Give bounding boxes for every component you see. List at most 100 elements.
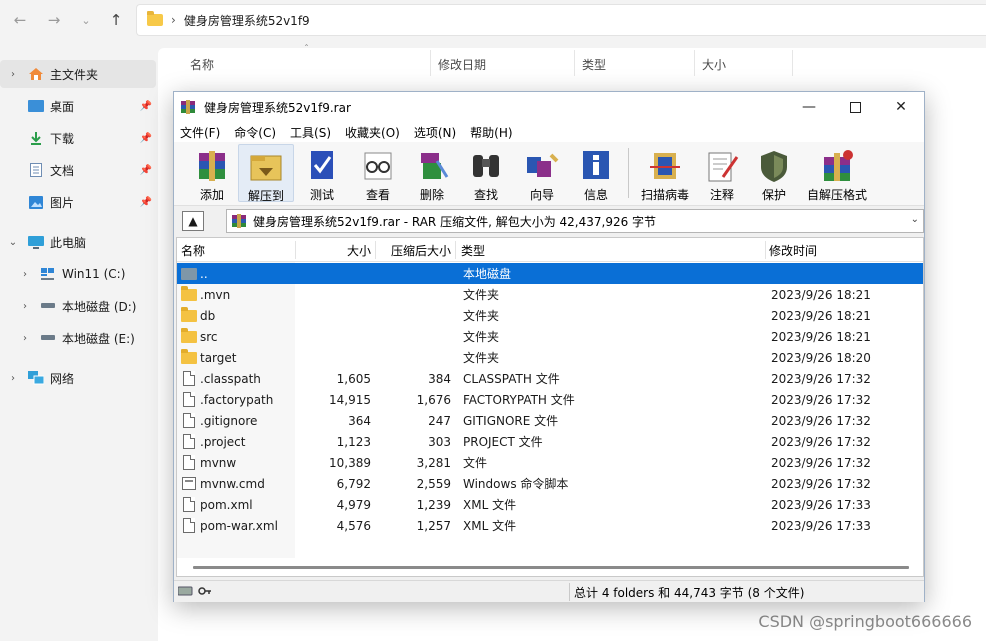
sidebar-item-network[interactable]: › 网络 [0, 364, 156, 392]
menu-file[interactable]: 文件(F) [180, 124, 220, 141]
column-divider[interactable] [430, 50, 431, 76]
file-icon [183, 434, 195, 449]
up-arrow-icon[interactable]: ↑ [104, 8, 128, 32]
pin-icon[interactable]: 📌 [140, 101, 152, 112]
table-row[interactable]: .factorypath 14,915 1,676 FACTORYPATH 文件 202… [177, 389, 923, 410]
column-divider[interactable] [694, 50, 695, 76]
up-folder-button[interactable]: ▲ [182, 211, 204, 231]
title-bar[interactable]: 健身房管理系统52v1f9.rar — ✕ [174, 92, 924, 122]
wizard-button[interactable]: 向导 [514, 144, 570, 202]
menu-help[interactable]: 帮助(H) [470, 124, 512, 141]
column-header-packed[interactable]: 压缩后大小 [377, 238, 451, 262]
sidebar-item-drive-e[interactable]: › 本地磁盘 (E:) [0, 324, 156, 352]
column-header-modified[interactable]: 修改时间 [769, 238, 919, 262]
view-glasses-icon [359, 147, 397, 185]
sidebar-item-drive-c[interactable]: › Win11 (C:) [0, 260, 156, 288]
forward-arrow-icon[interactable]: → [42, 8, 66, 32]
pin-icon[interactable]: 📌 [140, 197, 152, 208]
menu-command[interactable]: 命令(C) [234, 124, 276, 141]
chevron-right-icon[interactable]: › [18, 301, 32, 312]
add-button[interactable]: 添加 [184, 144, 240, 202]
list-header: 名称 ˆ 大小 压缩后大小 类型 修改时间 [177, 238, 923, 262]
column-divider[interactable] [574, 50, 575, 76]
column-header-size[interactable]: 大小 [297, 238, 371, 262]
sidebar-item-home[interactable]: › 主文件夹 [0, 60, 156, 88]
menu-tools[interactable]: 工具(S) [290, 124, 331, 141]
horizontal-scrollbar[interactable] [177, 558, 923, 576]
navigation-pane: › 主文件夹 桌面 📌 下载 📌 文档 📌 图片 📌 ⌄ 此电脑 › Win11 [0, 48, 158, 641]
cell-size: 10,389 [329, 455, 371, 470]
cell-modified: 2023/9/26 18:21 [771, 308, 871, 323]
cell-size [297, 305, 371, 326]
address-bar[interactable]: › 健身房管理系统52v1f9 [136, 4, 986, 36]
scrollbar-thumb[interactable] [193, 566, 909, 569]
table-row[interactable]: .. 本地磁盘 [177, 263, 923, 284]
table-row[interactable]: src 文件夹 2023/9/26 18:21 [177, 326, 923, 347]
pin-icon[interactable]: 📌 [140, 133, 152, 144]
table-row[interactable]: .gitignore 364 247 GITIGNORE 文件 2023/9/26 17… [177, 410, 923, 431]
sidebar-item-desktop[interactable]: 桌面 📌 [0, 92, 156, 120]
table-row[interactable]: pom.xml 4,979 1,239 XML 文件 2023/9/26 17:33 [177, 494, 923, 515]
table-row[interactable]: .project 1,123 303 PROJECT 文件 2023/9/26 17:3… [177, 431, 923, 452]
menu-favorites[interactable]: 收藏夹(O) [345, 124, 400, 141]
extract-to-button[interactable]: 解压到 [238, 144, 294, 203]
cell-size: 364 [348, 413, 371, 428]
recent-chevron-icon[interactable]: ⌄ [74, 8, 98, 32]
binoculars-icon [467, 147, 505, 185]
cell-name: target [181, 347, 295, 368]
archive-path-dropdown[interactable]: 健身房管理系统52v1f9.rar - RAR 压缩文件, 解包大小为 42,4… [226, 209, 924, 233]
table-row[interactable]: target 文件夹 2023/9/26 18:20 [177, 347, 923, 368]
rows-container: .. 本地磁盘 .mvn 文件夹 2023/9/26 18:21 db 文件夹 2023/9/… [177, 263, 923, 536]
chevron-right-icon[interactable]: › [18, 269, 32, 280]
maximize-icon[interactable] [832, 92, 878, 122]
comment-button[interactable]: 注释 [694, 144, 750, 202]
info-icon [577, 147, 615, 185]
info-button[interactable]: 信息 [568, 144, 624, 202]
find-button[interactable]: 查找 [458, 144, 514, 202]
file-name: .factorypath [200, 392, 274, 407]
chevron-right-icon[interactable]: › [18, 333, 32, 344]
back-arrow-icon[interactable]: ← [8, 8, 32, 32]
column-divider[interactable] [792, 50, 793, 76]
folder-icon [181, 327, 197, 343]
cell-type: Windows 命令脚本 [463, 477, 569, 491]
sidebar-item-drive-d[interactable]: › 本地磁盘 (D:) [0, 292, 156, 320]
column-header-size[interactable]: 大小 [702, 56, 726, 73]
column-header-type[interactable]: 类型 [461, 238, 761, 262]
table-row[interactable]: mvnw.cmd 6,792 2,559 Windows 命令脚本 2023/9/26 … [177, 473, 923, 494]
table-row[interactable]: .mvn 文件夹 2023/9/26 18:21 [177, 284, 923, 305]
protect-button[interactable]: 保护 [746, 144, 802, 202]
delete-button[interactable]: 删除 [404, 144, 460, 202]
cell-packed-size: 3,281 [416, 455, 451, 470]
cell-packed-size [377, 326, 451, 347]
cell-packed-size: 384 [428, 371, 451, 386]
chevron-right-icon[interactable]: › [6, 373, 20, 384]
view-button[interactable]: 查看 [350, 144, 406, 202]
column-header-modified[interactable]: 修改日期 [438, 56, 486, 73]
chevron-down-icon[interactable]: ⌄ [911, 214, 919, 225]
cell-size: 1,123 [336, 434, 371, 449]
sidebar-item-pictures[interactable]: 图片 📌 [0, 188, 156, 216]
cell-name: .mvn [181, 284, 295, 305]
chevron-down-icon[interactable]: ⌄ [6, 237, 20, 248]
column-header-type[interactable]: 类型 [582, 56, 606, 73]
scan-virus-button[interactable]: 扫描病毒 [634, 144, 696, 202]
sidebar-item-documents[interactable]: 文档 📌 [0, 156, 156, 184]
sfx-button[interactable]: 自解压格式 [802, 144, 872, 202]
column-header-name[interactable]: 名称 ˆ [181, 238, 295, 262]
menu-options[interactable]: 选项(N) [414, 124, 456, 141]
table-row[interactable]: db 文件夹 2023/9/26 18:21 [177, 305, 923, 326]
close-icon[interactable]: ✕ [878, 92, 924, 122]
table-row[interactable]: .classpath 1,605 384 CLASSPATH 文件 2023/9/26 … [177, 368, 923, 389]
test-button[interactable]: 测试 [294, 144, 350, 202]
pin-icon[interactable]: 📌 [140, 165, 152, 176]
minimize-icon[interactable]: — [786, 92, 832, 122]
table-row[interactable]: mvnw 10,389 3,281 文件 2023/9/26 17:32 [177, 452, 923, 473]
picture-icon [28, 195, 44, 209]
table-row[interactable]: pom-war.xml 4,576 1,257 XML 文件 2023/9/26 17:… [177, 515, 923, 536]
column-header-name[interactable]: 名称 [190, 56, 214, 73]
sidebar-item-this-pc[interactable]: ⌄ 此电脑 [0, 228, 156, 256]
cell-type: 文件夹 [463, 288, 500, 302]
sidebar-item-downloads[interactable]: 下载 📌 [0, 124, 156, 152]
path-bar: ▲ 健身房管理系统52v1f9.rar - RAR 压缩文件, 解包大小为 42… [174, 207, 924, 235]
